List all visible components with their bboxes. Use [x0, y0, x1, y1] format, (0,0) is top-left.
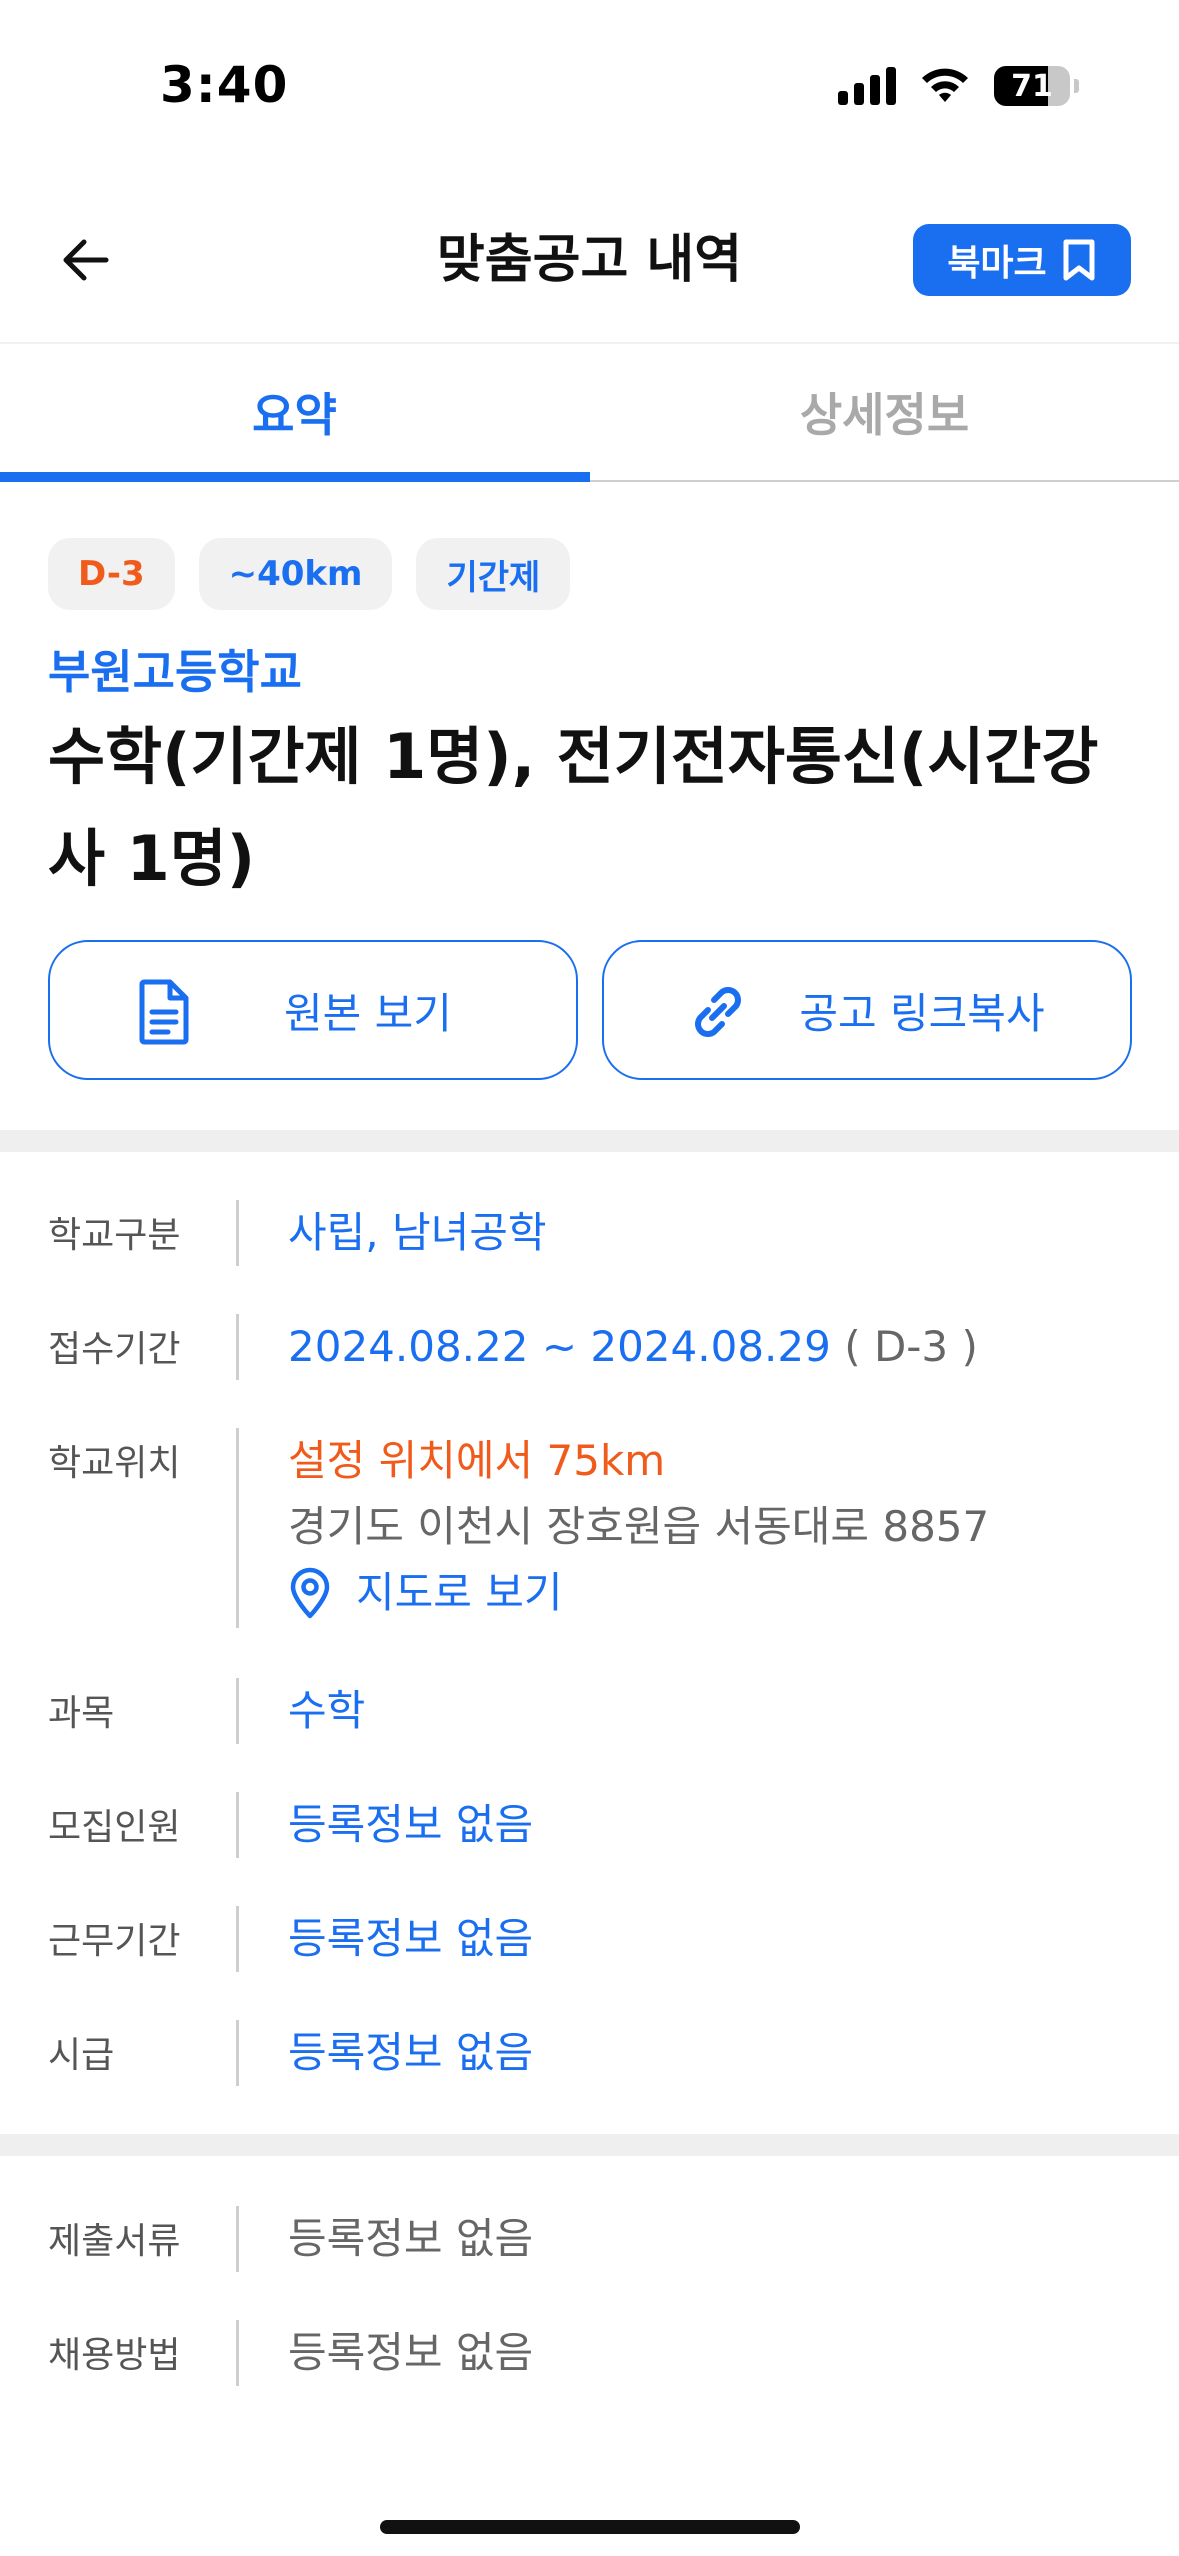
bookmark-icon — [1063, 239, 1095, 281]
tab-detail[interactable]: 상세정보 — [590, 344, 1179, 480]
header: 맞춤공고 내역 북마크 — [0, 190, 1179, 340]
info-value: 등록정보 없음 — [288, 2214, 534, 2263]
status-icons: 71 — [838, 64, 1079, 108]
info-divider — [236, 1428, 239, 1628]
home-indicator[interactable] — [380, 2520, 800, 2534]
location-address: 경기도 이천시 장호원읍 서동대로 8857 — [288, 1502, 990, 1551]
section-divider — [0, 2134, 1179, 2156]
info-divider — [236, 2020, 239, 2086]
info-divider — [236, 1678, 239, 1744]
scroll-cutoff — [0, 2450, 1179, 2556]
info-divider — [236, 1792, 239, 1858]
info-label: 접수기간 — [48, 1329, 181, 1370]
info-value: 등록정보 없음 — [288, 2028, 534, 2077]
school-name: 부원고등학교 — [48, 645, 302, 699]
info-value: 2024.08.22 ~ 2024.08.29 ( D-3 ) — [288, 1314, 978, 1380]
map-link-label: 지도로 보기 — [356, 1568, 563, 1617]
info-value: 사립, 남녀공학 — [288, 1208, 547, 1257]
period-dates: 2024.08.22 ~ 2024.08.29 — [288, 1322, 831, 1371]
info-label: 시급 — [48, 2035, 115, 2076]
view-original-button[interactable]: 원본 보기 — [48, 940, 578, 1080]
post-title: 수학(기간제 1명), 전기전자통신(시간강사 1명) — [48, 720, 1099, 895]
view-original-label: 원본 보기 — [284, 988, 452, 1038]
info-value: 수학 — [288, 1686, 366, 1735]
info-label: 채용방법 — [48, 2335, 181, 2376]
section-divider — [0, 1130, 1179, 1152]
wifi-icon — [922, 68, 968, 102]
info-value: 등록정보 없음 — [288, 1914, 534, 1963]
info-value: 등록정보 없음 — [288, 1800, 534, 1849]
battery-cap — [1074, 79, 1079, 93]
tab-bar: 요약 상세정보 — [0, 344, 1179, 486]
tab-active-indicator — [0, 472, 590, 482]
info-label: 학교위치 — [48, 1443, 181, 1484]
info-label: 과목 — [48, 1693, 115, 1734]
info-divider — [236, 2320, 239, 2386]
info-value: 등록정보 없음 — [288, 2328, 534, 2377]
info-value: 설정 위치에서 75km 경기도 이천시 장호원읍 서동대로 8857 지도로 … — [288, 1428, 989, 1626]
map-pin-icon — [290, 1567, 330, 1619]
info-label: 학교구분 — [48, 1215, 181, 1256]
chip-distance: ~40km — [198, 538, 393, 610]
copy-link-label: 공고 링크복사 — [799, 988, 1045, 1038]
signal-icon — [838, 67, 896, 105]
location-distance: 설정 위치에서 75km — [288, 1436, 666, 1485]
status-bar: 3:40 71 — [0, 0, 1179, 170]
battery-text: 71 — [1011, 68, 1053, 104]
bookmark-label: 북마크 — [947, 243, 1047, 284]
action-buttons: 원본 보기 공고 링크복사 — [48, 940, 1132, 1082]
info-label: 제출서류 — [48, 2221, 181, 2262]
tab-summary[interactable]: 요약 — [0, 344, 589, 480]
bookmark-button[interactable]: 북마크 — [913, 224, 1131, 296]
info-divider — [236, 1906, 239, 1972]
map-link[interactable]: 지도로 보기 — [288, 1560, 989, 1626]
chip-type: 기간제 — [416, 538, 571, 610]
battery-icon: 71 — [994, 66, 1070, 106]
tag-chips: D-3 ~40km 기간제 — [48, 538, 571, 610]
chip-dday: D-3 — [48, 538, 175, 610]
info-divider — [236, 1314, 239, 1380]
copy-link-button[interactable]: 공고 링크복사 — [602, 940, 1132, 1080]
status-time: 3:40 — [160, 56, 289, 114]
info-label: 근무기간 — [48, 1921, 181, 1962]
period-dday: ( D-3 ) — [844, 1322, 978, 1371]
info-label: 모집인원 — [48, 1807, 181, 1848]
info-divider — [236, 2206, 239, 2272]
info-divider — [236, 1200, 239, 1266]
